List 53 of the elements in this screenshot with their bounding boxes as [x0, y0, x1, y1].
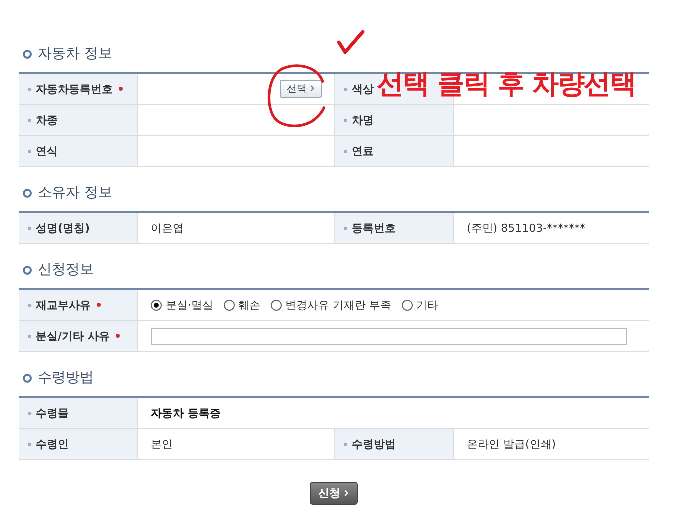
bullet-icon [344, 442, 347, 446]
bullet-icon [28, 226, 31, 230]
field-label: 차명 [352, 112, 374, 128]
bullet-icon [28, 334, 31, 338]
bullet-icon [344, 226, 347, 230]
field-label: 자동차등록번호 [36, 82, 113, 96]
field-label: 등록번호 [352, 220, 396, 236]
annotation-text: 선택 클릭 후 차량선택 [377, 68, 636, 102]
field-label: 차종 [36, 112, 58, 128]
bullet-icon [23, 374, 32, 382]
radio-label[interactable]: 훼손 [238, 298, 260, 312]
section-title: 소유자 정보 [38, 184, 112, 202]
radio-label[interactable]: 변경사유 기재란 부족 [286, 298, 392, 312]
radio-label[interactable]: 분실·멸실 [166, 298, 214, 312]
bullet-icon [28, 442, 31, 446]
radio-label[interactable]: 기타 [416, 298, 438, 312]
select-button[interactable]: 선택 [280, 80, 322, 98]
field-value: 온라인 발급(인쇄) [467, 436, 556, 452]
bullet-icon [28, 118, 31, 122]
field-label: 재교부사유 [36, 298, 91, 312]
field-label: 수령방법 [352, 436, 396, 452]
bullet-icon [28, 412, 31, 414]
field-label: 성명(명칭) [36, 220, 90, 236]
field-label: 색상 [352, 82, 374, 96]
bullet-icon [23, 50, 32, 58]
field-label: 수령물 [36, 406, 69, 420]
apply-button[interactable]: 신청 [310, 482, 358, 505]
field-value: 이은엽 [151, 220, 184, 236]
radio-button[interactable] [402, 300, 412, 310]
bullet-icon [28, 88, 31, 90]
field-label: 연료 [352, 144, 374, 158]
reason-input-field[interactable] [151, 328, 627, 344]
chevron-icon [310, 85, 315, 92]
field-value: 본인 [151, 436, 173, 452]
bullet-icon [344, 88, 347, 90]
bullet-icon [344, 150, 347, 152]
bullet-icon [23, 188, 32, 198]
section-title: 자동차 정보 [38, 45, 112, 63]
bullet-icon [344, 118, 347, 122]
field-value: 자동차 등록증 [151, 406, 221, 420]
field-label: 연식 [36, 144, 58, 158]
section-title: 수령방법 [38, 369, 94, 387]
radio-button[interactable] [270, 300, 282, 310]
field-value: (주민) 851103-******* [467, 220, 586, 236]
bullet-icon [23, 266, 32, 274]
field-label: 분실/기타 사유 [36, 328, 110, 344]
bullet-icon [28, 150, 31, 152]
radio-button[interactable] [224, 300, 234, 310]
bullet-icon [28, 304, 31, 306]
field-label: 수령인 [36, 436, 69, 452]
section-title: 신청정보 [38, 261, 94, 279]
chevron-icon [344, 490, 350, 497]
radio-button[interactable] [151, 300, 162, 310]
